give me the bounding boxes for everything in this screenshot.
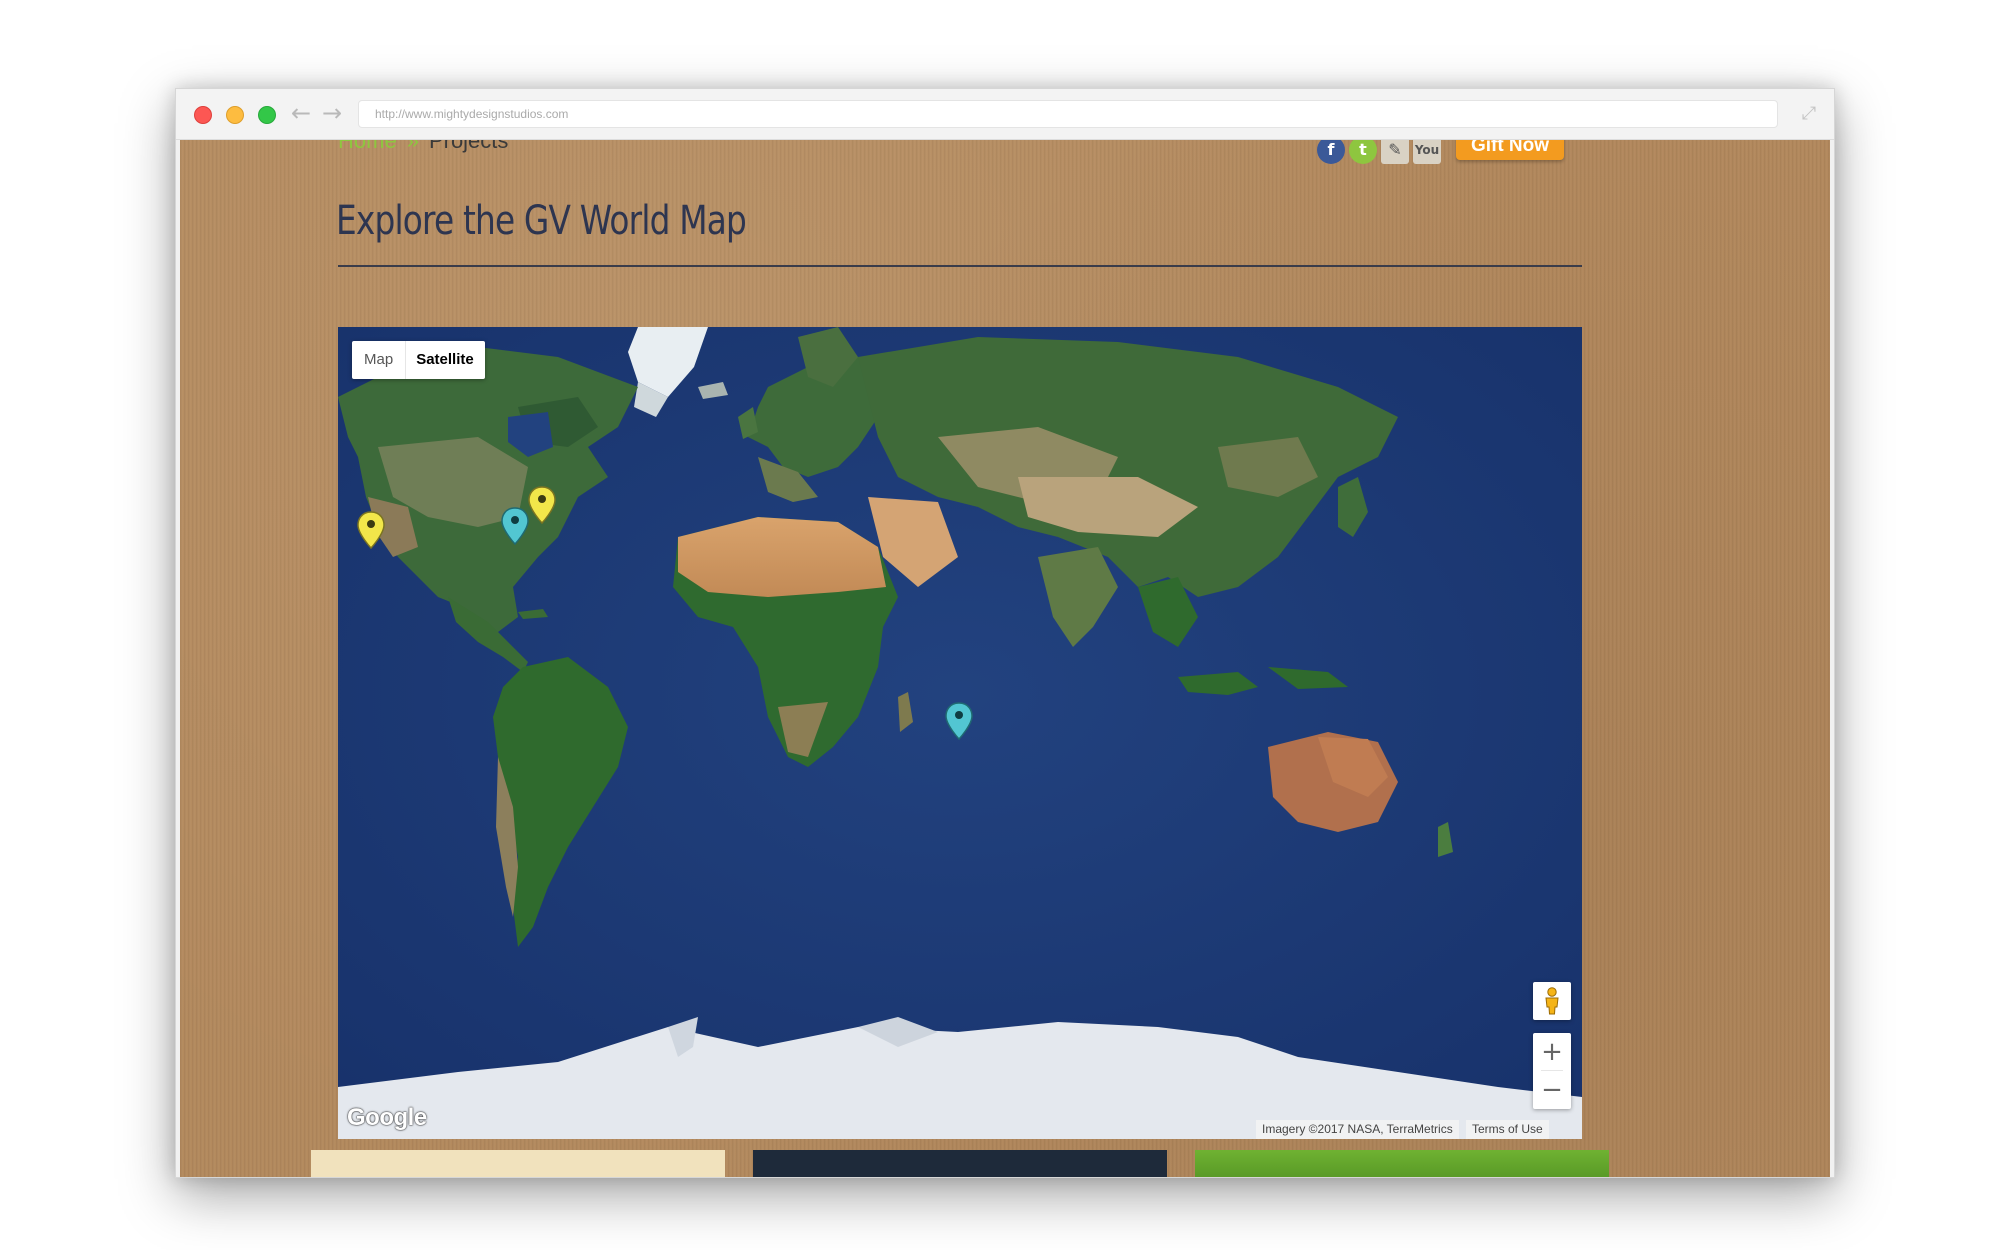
breadcrumb-current: Projects <box>428 140 509 153</box>
browser-window: ← → http://www.mightydesignstudios.com ⤢… <box>175 88 1835 1178</box>
window-maximize-button[interactable] <box>258 106 276 124</box>
map-type-map-button[interactable]: Map <box>352 341 405 379</box>
breadcrumb-separator: » <box>406 140 419 153</box>
satellite-imagery[interactable] <box>338 327 1582 1139</box>
page-viewport: Home » Projects f t ✎ You Gift Now Explore… <box>180 140 1830 1177</box>
pegman-icon <box>1545 987 1559 1015</box>
project-card-3[interactable] <box>1195 1150 1609 1177</box>
page-title: Explore the GV World Map <box>336 198 747 244</box>
facebook-icon[interactable]: f <box>1317 140 1345 164</box>
zoom-control: + − <box>1533 1033 1571 1109</box>
map-type-satellite-button[interactable]: Satellite <box>406 341 485 379</box>
window-minimize-button[interactable] <box>226 106 244 124</box>
zoom-out-button[interactable]: − <box>1533 1071 1571 1109</box>
title-divider <box>338 265 1582 267</box>
breadcrumb: Home » Projects <box>338 140 508 156</box>
twitter-icon[interactable]: t <box>1349 140 1377 164</box>
browser-toolbar: ← → http://www.mightydesignstudios.com ⤢ <box>176 89 1834 140</box>
expand-icon[interactable]: ⤢ <box>1798 103 1820 125</box>
gift-now-button[interactable]: Gift Now <box>1456 140 1564 160</box>
map-type-control: Map Satellite <box>352 341 485 379</box>
world-map[interactable]: Map Satellite + − Google Imagery ©2017 N… <box>338 327 1582 1139</box>
youtube-icon[interactable]: You <box>1413 140 1441 164</box>
arrow-left-icon[interactable]: ← <box>288 99 314 127</box>
imagery-attribution: Imagery ©2017 NASA, TerraMetrics <box>1256 1120 1459 1139</box>
zoom-in-button[interactable]: + <box>1533 1033 1571 1071</box>
project-card-1[interactable] <box>311 1150 725 1177</box>
arrow-right-icon[interactable]: → <box>319 99 345 127</box>
address-bar[interactable]: http://www.mightydesignstudios.com <box>358 100 1778 128</box>
social-links: f t ✎ You <box>1317 140 1441 166</box>
window-close-button[interactable] <box>194 106 212 124</box>
google-logo[interactable]: Google <box>347 1104 427 1132</box>
blog-icon[interactable]: ✎ <box>1381 140 1409 164</box>
breadcrumb-home-link[interactable]: Home <box>338 140 397 153</box>
terms-of-use-link[interactable]: Terms of Use <box>1466 1120 1549 1139</box>
project-card-2[interactable] <box>753 1150 1167 1177</box>
street-view-pegman-icon[interactable] <box>1533 982 1571 1020</box>
